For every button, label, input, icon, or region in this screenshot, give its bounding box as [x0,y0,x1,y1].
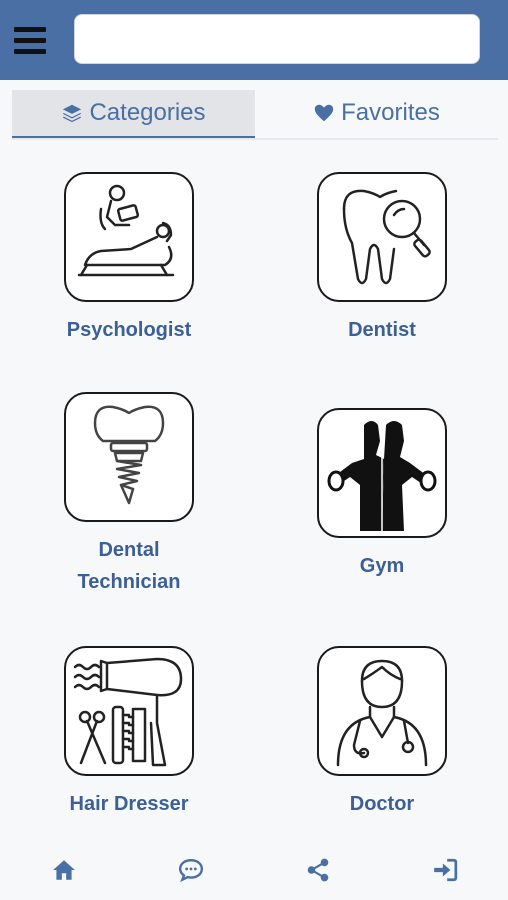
tab-categories-label: Categories [89,99,206,126]
sign-in-icon [433,858,457,882]
doctor-icon [336,659,428,767]
category-doctor[interactable]: Doctor [282,646,482,820]
gym-icon-box [317,408,447,538]
category-hair-dresser[interactable]: Hair Dresser [29,646,229,820]
category-psychologist[interactable]: Psychologist [29,172,229,346]
home-icon [52,860,75,880]
category-label: Dental Technician [77,539,181,593]
dental-implant-icon [93,405,165,505]
category-label: Psychologist [66,319,192,341]
heart-icon [314,104,334,122]
hair-dresser-icon-box [64,646,194,776]
nav-login-button[interactable] [415,848,475,892]
category-dental-technician[interactable]: Dental Technician [29,392,229,598]
category-gym[interactable]: Gym [282,408,482,582]
dental-technician-icon-box [64,392,194,522]
tab-favorites[interactable]: Favorites [255,90,498,136]
category-label: Gym [359,555,405,577]
share-icon [307,858,328,882]
tab-favorites-label: Favorites [341,99,440,126]
category-label: Doctor [349,793,415,815]
layers-icon [63,104,82,123]
doctor-icon-box [317,646,447,776]
search-input[interactable] [74,14,480,64]
category-dentist[interactable]: Dentist [282,172,482,346]
dentist-icon-box [317,172,447,302]
psychologist-icon [77,184,175,277]
category-label: Hair Dresser [69,793,189,815]
nav-chat-button[interactable] [161,848,221,892]
gym-icon [327,421,437,531]
top-app-bar [0,0,508,80]
tab-categories[interactable]: Categories [12,90,255,138]
tooth-magnifier-icon [342,189,431,285]
hair-tools-icon [73,657,183,767]
hamburger-menu-icon[interactable] [14,20,54,60]
tab-bar: Categories Favorites [12,90,498,140]
chat-icon [178,859,203,883]
nav-home-button[interactable] [34,848,94,892]
psychologist-icon-box [64,172,194,302]
bottom-navigation [0,840,508,900]
category-label: Dentist [348,319,416,341]
nav-share-button[interactable] [288,848,348,892]
